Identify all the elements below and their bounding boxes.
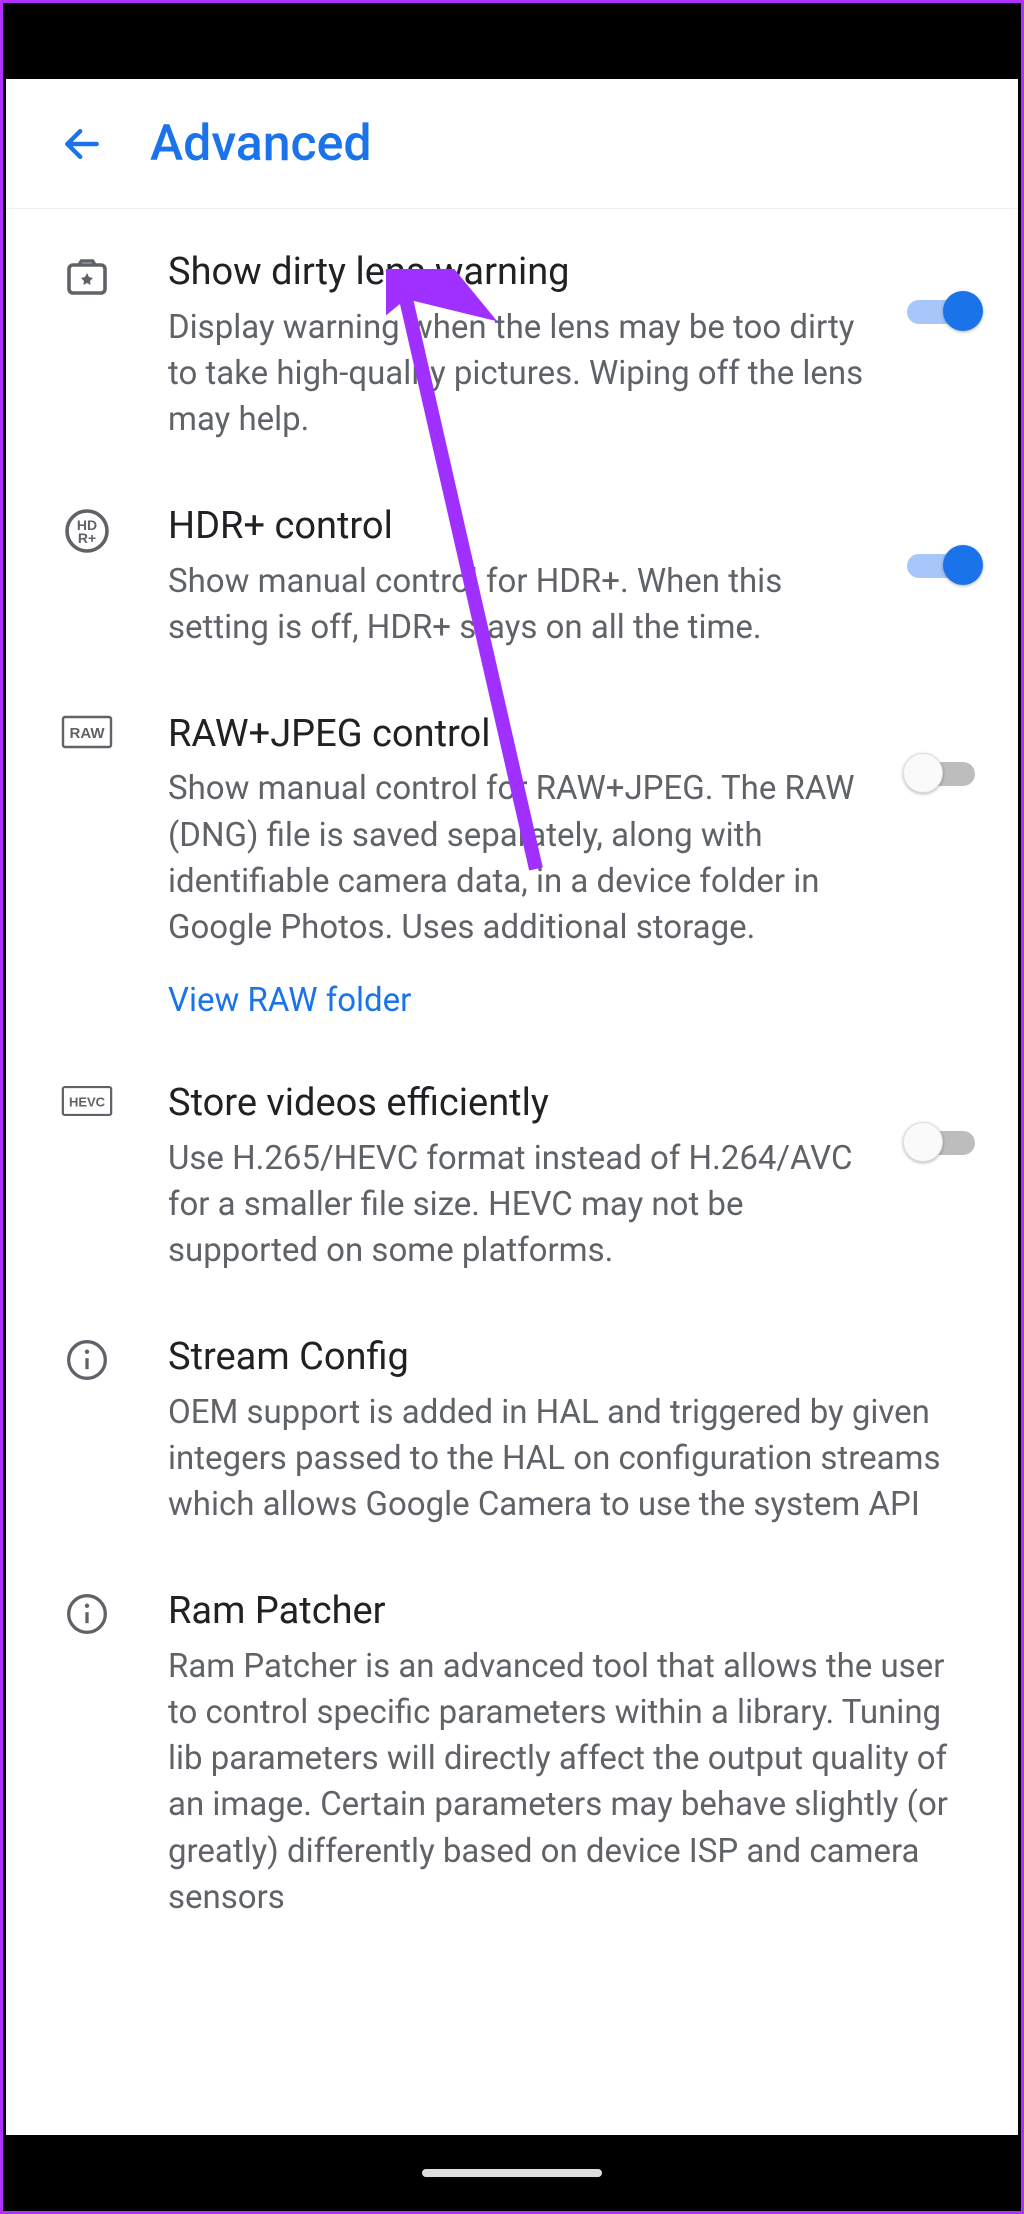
setting-title: Show dirty lens warning [168,249,878,297]
app-bar: Advanced [6,79,1018,209]
setting-hdr-plus-control[interactable]: HD R+ HDR+ control Show manual control f… [6,473,1018,681]
svg-text:R+: R+ [78,530,96,546]
setting-desc: Use H.265/HEVC format instead of H.264/A… [168,1136,878,1275]
setting-desc: Show manual control for HDR+. When this … [168,559,878,651]
setting-title: Ram Patcher [168,1588,968,1636]
hdr-plus-icon: HD R+ [61,507,113,559]
toggle-switch[interactable] [907,1120,979,1162]
setting-raw-jpeg-control[interactable]: RAW RAW+JPEG control Show manual control… [6,681,1018,1050]
setting-desc: OEM support is added in HAL and triggere… [168,1390,968,1529]
setting-title: HDR+ control [168,503,878,551]
setting-ram-patcher[interactable]: Ram Patcher Ram Patcher is an advanced t… [6,1558,1018,1951]
arrow-back-icon [60,122,104,166]
setting-desc: Show manual control for RAW+JPEG. The RA… [168,766,878,951]
status-bar [3,3,1021,79]
app-screen: Advanced Show dirty lens warning Display… [6,79,1018,2135]
setting-desc: Display warning when the lens may be too… [168,305,878,444]
setting-stream-config[interactable]: Stream Config OEM support is added in HA… [6,1304,1018,1558]
svg-text:HEVC: HEVC [69,1095,106,1110]
setting-dirty-lens-warning[interactable]: Show dirty lens warning Display warning … [6,219,1018,473]
setting-desc: Ram Patcher is an advanced tool that all… [168,1644,968,1921]
device-frame: Advanced Show dirty lens warning Display… [0,0,1024,2214]
svg-text:RAW: RAW [70,725,106,742]
setting-store-videos-efficiently[interactable]: HEVC Store videos efficiently Use H.265/… [6,1050,1018,1304]
android-nav-bar [3,2135,1021,2211]
nav-home-pill[interactable] [422,2169,602,2177]
toggle-switch[interactable] [907,543,979,585]
toggle-switch[interactable] [907,751,979,793]
settings-list: Show dirty lens warning Display warning … [6,209,1018,1961]
hevc-icon: HEVC [61,1084,113,1136]
camera-splat-icon [61,253,113,305]
page-title: Advanced [150,115,372,173]
view-raw-folder-link[interactable]: View RAW folder [168,981,411,1020]
setting-title: Stream Config [168,1334,968,1382]
raw-icon: RAW [61,715,113,767]
toggle-switch[interactable] [907,289,979,331]
setting-title: RAW+JPEG control [168,711,878,759]
back-button[interactable] [54,116,110,172]
info-icon [61,1592,113,1644]
info-icon [61,1338,113,1390]
setting-title: Store videos efficiently [168,1080,878,1128]
